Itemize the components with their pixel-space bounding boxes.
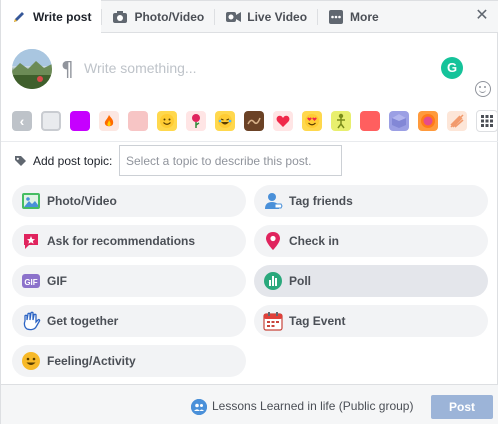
background-swatch[interactable] xyxy=(418,111,438,131)
post-button[interactable]: Post xyxy=(431,395,493,419)
action-tag-event[interactable]: Tag Event xyxy=(254,305,488,337)
calendar-icon xyxy=(263,311,283,331)
poll-icon xyxy=(263,271,283,291)
background-swatch[interactable] xyxy=(302,111,322,131)
chevron-left-icon[interactable]: ‹ xyxy=(12,111,32,131)
group-icon xyxy=(191,399,207,415)
leaf-icon xyxy=(450,114,464,128)
tab-label: Write post xyxy=(33,9,92,24)
group-name[interactable]: Lessons Learned in life xyxy=(212,399,335,413)
action-poll[interactable]: Poll xyxy=(254,265,488,297)
smiley-icon xyxy=(21,351,41,371)
background-swatch[interactable] xyxy=(389,111,409,131)
background-swatch[interactable] xyxy=(215,111,235,131)
tab-live-video[interactable]: Live Video xyxy=(215,1,317,33)
avatar[interactable] xyxy=(12,49,52,89)
privacy-label: (Public group) xyxy=(338,399,414,413)
grid-icon[interactable] xyxy=(476,110,498,132)
composer-footer: Lessons Learned in life (Public group) P… xyxy=(1,384,498,424)
background-swatch[interactable] xyxy=(157,111,177,131)
pattern-icon xyxy=(247,117,261,125)
svg-text:GIF: GIF xyxy=(24,278,37,287)
cube-icon xyxy=(392,114,406,128)
background-swatch[interactable] xyxy=(186,111,206,131)
action-gif[interactable]: GIF GIF xyxy=(12,265,246,297)
laughing-icon xyxy=(218,114,232,128)
action-ask-recommendations[interactable]: Ask for recommendations xyxy=(12,225,246,257)
topic-label: Add post topic: xyxy=(33,154,113,168)
tab-label: More xyxy=(350,9,379,24)
photo-icon xyxy=(21,191,41,211)
pencil-icon xyxy=(11,9,27,25)
background-swatch[interactable] xyxy=(447,111,467,131)
action-check-in[interactable]: Check in xyxy=(254,225,488,257)
post-topic-row: Add post topic: Select a topic to descri… xyxy=(1,141,498,179)
action-label: Ask for recommendations xyxy=(47,234,196,248)
background-swatch[interactable] xyxy=(70,111,90,131)
waving-hand-icon xyxy=(21,311,41,331)
action-label: Tag friends xyxy=(289,194,353,208)
background-swatch[interactable] xyxy=(273,111,293,131)
figure-icon xyxy=(337,113,345,129)
recommendation-icon xyxy=(21,231,41,251)
orange-circle-icon xyxy=(421,114,435,128)
location-pin-icon xyxy=(263,231,283,251)
tab-label: Live Video xyxy=(247,9,308,24)
tab-write-post[interactable]: Write post xyxy=(1,0,102,33)
ellipsis-icon xyxy=(328,9,344,25)
fire-icon xyxy=(104,115,114,127)
tab-photo-video[interactable]: Photo/Video xyxy=(102,1,214,33)
background-swatch[interactable] xyxy=(41,111,61,131)
action-label: Check in xyxy=(289,234,340,248)
background-swatch[interactable] xyxy=(331,111,351,131)
tab-more[interactable]: More xyxy=(318,1,389,33)
tag-icon xyxy=(14,155,27,173)
topic-input[interactable]: Select a topic to describe this post. xyxy=(119,145,342,176)
composer-tab-bar: Write post Photo/Video Live Video More ✕ xyxy=(1,0,498,33)
paragraph-icon[interactable]: ¶ xyxy=(61,57,74,81)
audience-text[interactable]: Lessons Learned in life (Public group) xyxy=(212,399,413,413)
action-label: Get together xyxy=(47,314,119,328)
heart-icon xyxy=(276,115,290,127)
background-swatch[interactable] xyxy=(99,111,119,131)
action-label: Feeling/Activity xyxy=(47,354,136,368)
camera-icon xyxy=(112,9,128,25)
video-camera-icon xyxy=(225,9,241,25)
background-swatch[interactable] xyxy=(128,111,148,131)
action-get-together[interactable]: Get together xyxy=(12,305,246,337)
tab-label: Photo/Video xyxy=(134,9,205,24)
action-label: GIF xyxy=(47,274,67,288)
tag-friends-icon xyxy=(263,191,283,211)
background-palette: ‹ xyxy=(12,109,498,133)
gif-icon: GIF xyxy=(21,271,41,291)
background-swatch[interactable] xyxy=(360,111,380,131)
action-label: Tag Event xyxy=(289,314,346,328)
heart-eyes-icon xyxy=(305,114,319,128)
action-label: Photo/Video xyxy=(47,194,117,208)
post-composer: Write post Photo/Video Live Video More ✕ xyxy=(0,0,498,424)
rose-icon xyxy=(192,114,200,128)
background-swatch[interactable] xyxy=(244,111,264,131)
action-feeling-activity[interactable]: Feeling/Activity xyxy=(12,345,246,377)
action-label: Poll xyxy=(289,274,312,288)
grammarly-icon[interactable]: G xyxy=(441,57,463,79)
emoji-picker-icon[interactable] xyxy=(475,81,491,97)
post-text-input[interactable]: Write something... xyxy=(84,60,197,76)
action-tag-friends[interactable]: Tag friends xyxy=(254,185,488,217)
close-icon[interactable]: ✕ xyxy=(473,7,491,25)
smiley-icon xyxy=(160,114,174,128)
action-photo-video[interactable]: Photo/Video xyxy=(12,185,246,217)
